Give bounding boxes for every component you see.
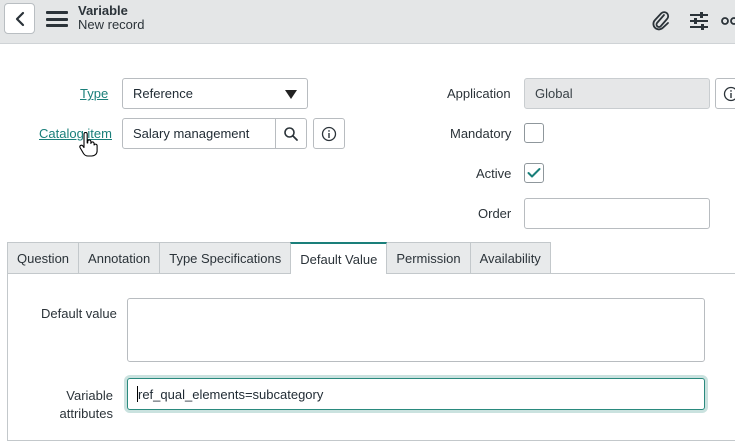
default-value-label: Default value bbox=[41, 306, 117, 321]
tab-default-value[interactable]: Default Value bbox=[290, 242, 388, 274]
variable-attributes-label: Variable attributes bbox=[58, 387, 113, 423]
page-title: Variable bbox=[78, 3, 128, 18]
tab-question[interactable]: Question bbox=[7, 242, 80, 273]
section-tabs: Question Annotation Type Specifications … bbox=[7, 242, 551, 274]
active-checkbox[interactable] bbox=[524, 163, 544, 183]
application-label: Application bbox=[447, 86, 511, 101]
chevron-left-icon bbox=[15, 11, 24, 26]
form-header: Variable New record bbox=[0, 0, 735, 44]
catalog-item-input[interactable]: Salary management bbox=[122, 118, 276, 149]
order-label: Order bbox=[478, 206, 512, 221]
order-input[interactable] bbox=[524, 198, 710, 229]
tab-annotation[interactable]: Annotation bbox=[78, 242, 161, 273]
type-select[interactable]: Reference bbox=[122, 78, 308, 109]
catalog-item-value: Salary management bbox=[133, 126, 250, 141]
type-select-value: Reference bbox=[133, 86, 193, 101]
menu-icon[interactable] bbox=[46, 11, 68, 27]
info-icon bbox=[321, 126, 337, 141]
preview-button[interactable] bbox=[313, 118, 345, 149]
record-title: Variable New record bbox=[78, 4, 144, 32]
variable-attributes-value: ref_qual_elements=subcategory bbox=[138, 386, 324, 402]
paperclip-icon[interactable] bbox=[648, 8, 674, 34]
variable-attributes-input[interactable]: ref_qual_elements=subcategory bbox=[127, 378, 705, 410]
tab-availability[interactable]: Availability bbox=[469, 242, 551, 273]
back-button[interactable] bbox=[4, 3, 35, 34]
more-icon[interactable] bbox=[720, 8, 735, 34]
mandatory-label: Mandatory bbox=[450, 126, 512, 141]
type-label[interactable]: Type bbox=[80, 86, 108, 101]
active-label: Active bbox=[476, 166, 512, 181]
tab-type-specifications[interactable]: Type Specifications bbox=[159, 242, 292, 273]
lookup-button[interactable] bbox=[275, 118, 307, 149]
application-value: Global bbox=[535, 86, 573, 101]
checkmark-icon bbox=[527, 168, 541, 178]
variable-attributes-label-line1: Variable bbox=[66, 388, 113, 403]
search-icon bbox=[284, 126, 298, 141]
tab-permission[interactable]: Permission bbox=[386, 242, 471, 273]
dropdown-arrow-icon bbox=[285, 90, 297, 99]
application-info-button[interactable] bbox=[715, 78, 735, 109]
application-field: Global bbox=[524, 78, 710, 109]
catalog-item-label[interactable]: Catalog item bbox=[39, 126, 112, 141]
mandatory-checkbox[interactable] bbox=[524, 123, 544, 143]
variable-attributes-label-line2: attributes bbox=[59, 406, 113, 421]
page-subtitle: New record bbox=[78, 17, 145, 32]
sliders-icon[interactable] bbox=[686, 8, 712, 34]
default-value-textarea[interactable] bbox=[127, 298, 705, 362]
hand-pointer-icon bbox=[79, 132, 98, 157]
info-icon bbox=[723, 86, 735, 101]
